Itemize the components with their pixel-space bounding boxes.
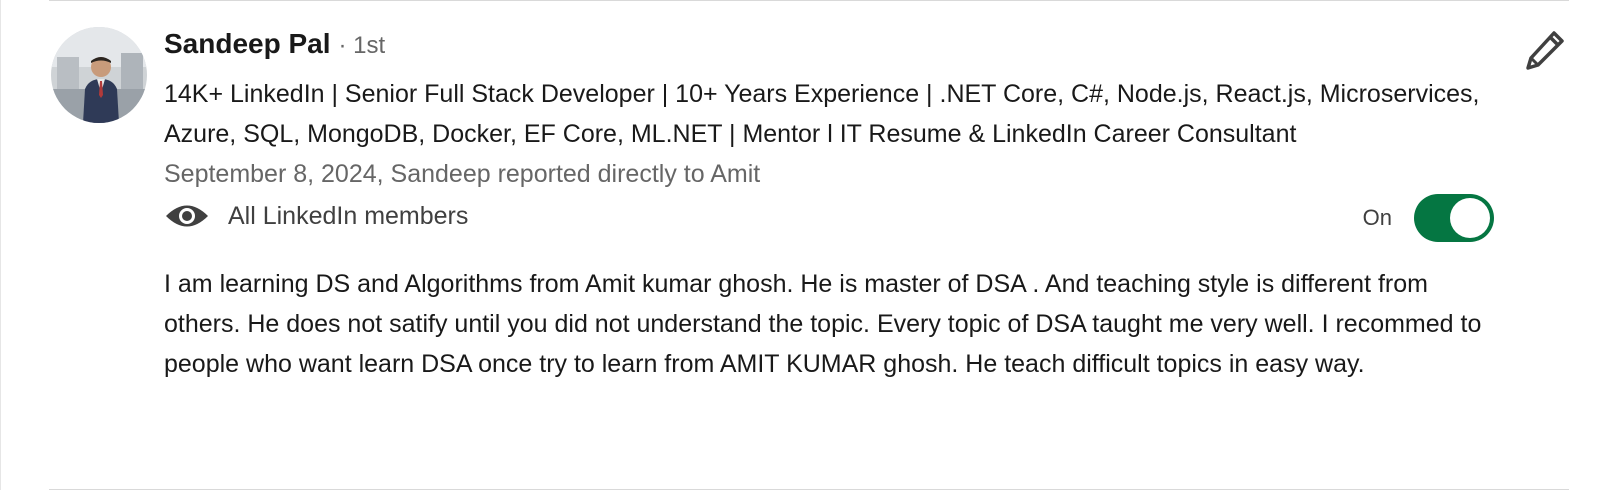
recommender-headline: 14K+ LinkedIn | Senior Full Stack Develo… xyxy=(164,80,1480,148)
visibility-row: All LinkedIn members On xyxy=(164,194,1494,242)
recommendation-date: September 8, 2024, Sandeep reported dire… xyxy=(164,160,761,188)
eye-icon xyxy=(166,205,208,227)
top-divider xyxy=(49,0,1569,1)
toggle-knob xyxy=(1450,198,1490,238)
recommender-name[interactable]: Sandeep Pal xyxy=(164,28,331,60)
visibility-toggle[interactable] xyxy=(1414,194,1494,242)
recommendation-card: Sandeep Pal · 1st 14K+ LinkedIn | Senior… xyxy=(0,0,1608,490)
edit-button[interactable] xyxy=(1523,28,1567,72)
name-row: Sandeep Pal · 1st xyxy=(164,28,1494,74)
profile-photo-icon xyxy=(51,27,147,123)
visibility-toggle-group: On xyxy=(1363,194,1494,242)
recommendation-content: Sandeep Pal · 1st 14K+ LinkedIn | Senior… xyxy=(164,28,1494,384)
toggle-state-label: On xyxy=(1362,205,1392,230)
connection-degree: · 1st xyxy=(338,32,386,59)
pencil-icon xyxy=(1526,31,1564,70)
visibility-label: All LinkedIn members xyxy=(228,201,469,230)
recommendation-text: I am learning DS and Algorithms from Ami… xyxy=(164,270,1482,378)
avatar[interactable] xyxy=(51,27,147,123)
